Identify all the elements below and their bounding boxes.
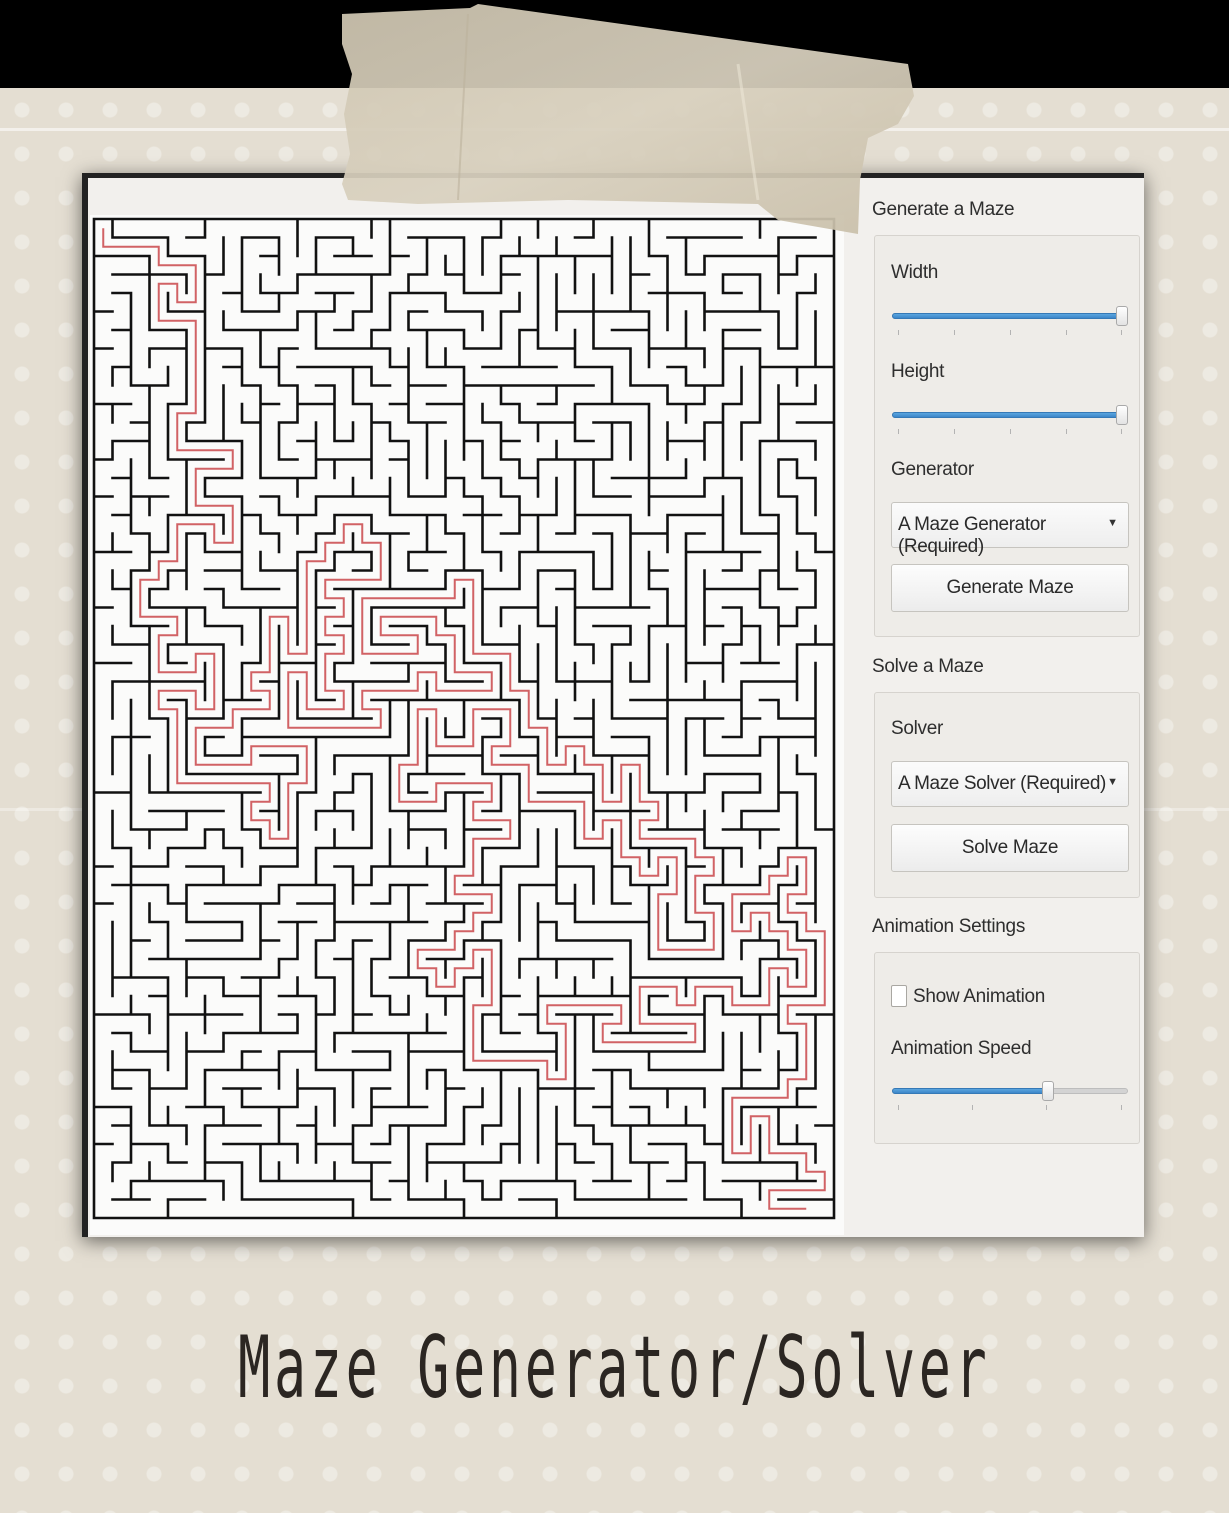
show-animation-label: Show Animation (913, 986, 1046, 1007)
width-slider[interactable] (892, 306, 1128, 336)
height-label: Height (891, 361, 945, 382)
maze-canvas[interactable] (90, 215, 844, 1235)
show-animation-checkbox[interactable] (891, 985, 907, 1007)
solve-group: Solver A Maze Solver (Required) ▼ Solve … (874, 692, 1140, 898)
generator-label: Generator (891, 459, 974, 480)
slider-tick (1121, 429, 1122, 434)
control-panel: Generate a Maze Width Height Generator A… (870, 173, 1142, 1237)
animation-speed-slider[interactable] (892, 1081, 1128, 1111)
generate-group: Width Height Generator A Maze Generator … (874, 235, 1140, 637)
slider-tick (898, 429, 899, 434)
slider-tick (1121, 1105, 1122, 1110)
maze-drawing (92, 217, 836, 1220)
slider-tick (1046, 1105, 1047, 1110)
height-slider-handle[interactable] (1116, 405, 1128, 425)
slider-tick (898, 330, 899, 335)
width-slider-fill (892, 313, 1128, 319)
speed-slider-fill (892, 1088, 1052, 1094)
animation-group-title: Animation Settings (872, 916, 1026, 937)
masking-tape (342, 4, 914, 234)
solver-select[interactable]: A Maze Solver (Required) ▼ (891, 761, 1129, 807)
generate-maze-button[interactable]: Generate Maze (891, 564, 1129, 612)
height-slider[interactable] (892, 405, 1128, 435)
animation-speed-label: Animation Speed (891, 1038, 1032, 1059)
window-left-border (82, 173, 88, 1237)
slider-tick (1010, 330, 1011, 335)
slider-tick (954, 330, 955, 335)
slider-tick (1066, 330, 1067, 335)
chevron-down-icon: ▼ (1107, 776, 1118, 788)
width-label: Width (891, 262, 939, 283)
slider-tick (954, 429, 955, 434)
speed-slider-handle[interactable] (1042, 1081, 1054, 1101)
width-slider-handle[interactable] (1116, 306, 1128, 326)
app-window: Generate a Maze Width Height Generator A… (82, 173, 1144, 1237)
slider-tick (1066, 429, 1067, 434)
solver-label: Solver (891, 718, 944, 739)
solve-group-title: Solve a Maze (872, 656, 984, 677)
solve-maze-button[interactable]: Solve Maze (891, 824, 1129, 872)
slider-tick (1010, 429, 1011, 434)
caption-title: Maze Generator/Solver (238, 1318, 991, 1418)
generator-selected-value: A Maze Generator (Required) (898, 514, 1046, 557)
animation-group: Show Animation Animation Speed (874, 952, 1140, 1144)
slider-tick (1121, 330, 1122, 335)
slider-tick (898, 1105, 899, 1110)
maze-walls (92, 217, 836, 1220)
slider-tick (972, 1105, 973, 1110)
chevron-down-icon: ▼ (1107, 517, 1118, 529)
solver-selected-value: A Maze Solver (Required) (898, 773, 1106, 794)
generator-select[interactable]: A Maze Generator (Required) ▼ (891, 502, 1129, 557)
height-slider-fill (892, 412, 1128, 418)
